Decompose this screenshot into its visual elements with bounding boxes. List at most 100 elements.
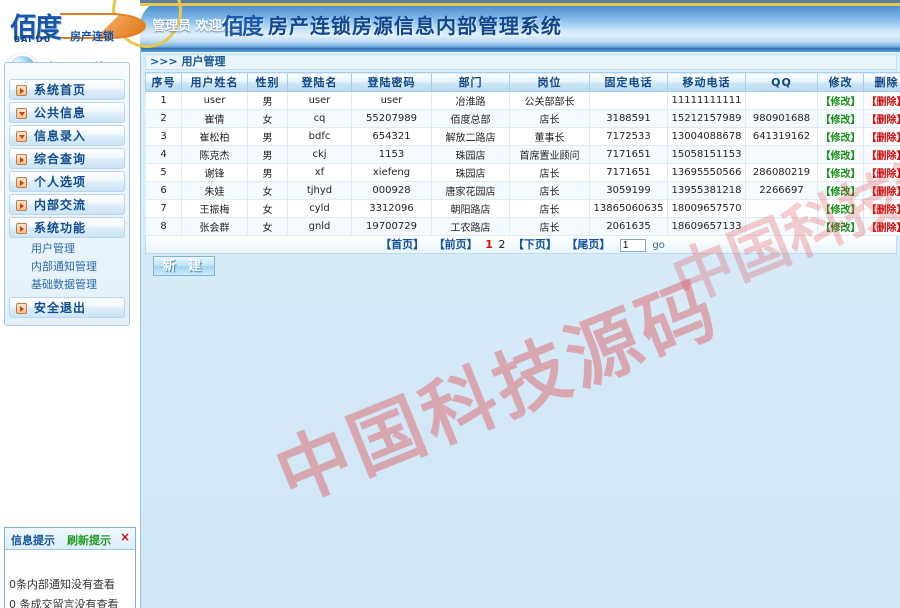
cell-no: 2 (146, 110, 182, 128)
chevron-down-icon (16, 108, 27, 119)
cell-password: 1153 (352, 146, 432, 164)
sidebar-item-query[interactable]: 综合查询 (9, 148, 125, 169)
cell-delete[interactable]: 【删除】 (864, 200, 900, 218)
cell-post: 店长 (510, 164, 590, 182)
table-row: 7王振梅女cyld3312096朝阳路店店长138650606351800965… (146, 200, 900, 218)
cell-delete[interactable]: 【删除】 (864, 164, 900, 182)
cell-edit[interactable]: 【修改】 (818, 110, 864, 128)
col-gender[interactable]: 性别 (248, 73, 288, 92)
cell-qq (746, 218, 818, 236)
users-table: 序号 用户姓名 性别 登陆名 登陆密码 部门 岗位 固定电话 移动电话 QQ 修… (145, 72, 900, 236)
cell-delete[interactable]: 【删除】 (864, 128, 900, 146)
col-edit[interactable]: 修改 (818, 73, 864, 92)
cell-name: 张会群 (182, 218, 248, 236)
cell-no: 6 (146, 182, 182, 200)
cell-password: 000928 (352, 182, 432, 200)
cell-no: 5 (146, 164, 182, 182)
sidebar-item-logout[interactable]: 安全退出 (9, 297, 125, 318)
close-icon[interactable]: × (120, 531, 130, 543)
cell-dept: 解放二路店 (432, 128, 510, 146)
pager-next[interactable]: 【下页】 (513, 238, 557, 251)
sidebar-item-internal-comm[interactable]: 内部交流 (9, 194, 125, 215)
go-button[interactable]: go (652, 240, 664, 251)
table-row: 4陈克杰男ckj1153珠园店首席置业顾问717165115058151153【… (146, 146, 900, 164)
delete-link[interactable]: 【删除】 (867, 151, 900, 162)
cell-login: bdfc (288, 128, 352, 146)
col-dept[interactable]: 部门 (432, 73, 510, 92)
delete-link[interactable]: 【删除】 (867, 97, 900, 108)
sidebar-subitem-user-management[interactable]: 用户管理 (9, 240, 125, 258)
watermark: 中国科技源码 (258, 249, 732, 524)
table-row: 3崔松柏男bdfc654321解放二路店董事长71725331300408867… (146, 128, 900, 146)
cell-dept: 佰度总部 (432, 110, 510, 128)
cell-dept: 工农路店 (432, 218, 510, 236)
cell-edit[interactable]: 【修改】 (818, 182, 864, 200)
new-button[interactable]: 新 建 (153, 256, 215, 276)
pager-prev[interactable]: 【前页】 (434, 238, 478, 251)
pagination: 【首页】 【前页】 1 2 【下页】 【尾页】 go (145, 236, 897, 254)
edit-link[interactable]: 【修改】 (821, 115, 861, 126)
tab-refresh-prompt[interactable]: 刷新提示 (67, 532, 111, 548)
edit-link[interactable]: 【修改】 (821, 223, 861, 234)
sidebar-subitem-basic-data-management[interactable]: 基础数据管理 (9, 276, 125, 294)
cell-delete[interactable]: 【删除】 (864, 218, 900, 236)
edit-link[interactable]: 【修改】 (821, 205, 861, 216)
cell-gender: 男 (248, 128, 288, 146)
main-content: >>> 用户管理 序号 用户姓名 性别 登陆名 登陆密码 部门 (140, 48, 900, 608)
cell-gender: 女 (248, 200, 288, 218)
cell-mobile: 11111111111 (668, 92, 746, 110)
page-number-input[interactable] (620, 239, 646, 252)
edit-link[interactable]: 【修改】 (821, 151, 861, 162)
tab-info-prompt[interactable]: 信息提示 (11, 532, 55, 548)
delete-link[interactable]: 【删除】 (867, 223, 900, 234)
delete-link[interactable]: 【删除】 (867, 133, 900, 144)
edit-link[interactable]: 【修改】 (821, 169, 861, 180)
pager-last[interactable]: 【尾页】 (566, 238, 610, 251)
col-mobile[interactable]: 移动电话 (668, 73, 746, 92)
sidebar-item-home[interactable]: 系统首页 (9, 79, 125, 100)
cell-delete[interactable]: 【删除】 (864, 146, 900, 164)
cell-qq: 980901688 (746, 110, 818, 128)
col-qq[interactable]: QQ (746, 73, 818, 92)
col-login[interactable]: 登陆名 (288, 73, 352, 92)
cell-delete[interactable]: 【删除】 (864, 92, 900, 110)
edit-link[interactable]: 【修改】 (821, 133, 861, 144)
cell-edit[interactable]: 【修改】 (818, 164, 864, 182)
delete-link[interactable]: 【删除】 (867, 169, 900, 180)
sidebar-subitem-notice-management[interactable]: 内部通知管理 (9, 258, 125, 276)
cell-post: 首席置业顾问 (510, 146, 590, 164)
col-name[interactable]: 用户姓名 (182, 73, 248, 92)
cell-edit[interactable]: 【修改】 (818, 218, 864, 236)
col-password[interactable]: 登陆密码 (352, 73, 432, 92)
cell-password: 654321 (352, 128, 432, 146)
delete-link[interactable]: 【删除】 (867, 115, 900, 126)
cell-password: 55207989 (352, 110, 432, 128)
col-post[interactable]: 岗位 (510, 73, 590, 92)
col-tel[interactable]: 固定电话 (590, 73, 668, 92)
cell-edit[interactable]: 【修改】 (818, 200, 864, 218)
page-header: 佰度 BAI DU 房产连锁 管理员 欢迎您! 佰度 房产连锁房源信息内部管理系… (0, 0, 900, 48)
cell-no: 3 (146, 128, 182, 146)
delete-link[interactable]: 【删除】 (867, 187, 900, 198)
col-delete[interactable]: 删除 (864, 73, 900, 92)
edit-link[interactable]: 【修改】 (821, 97, 861, 108)
sidebar-item-public-info[interactable]: 公共信息 (9, 102, 125, 123)
cell-edit[interactable]: 【修改】 (818, 92, 864, 110)
cell-edit[interactable]: 【修改】 (818, 146, 864, 164)
cell-delete[interactable]: 【删除】 (864, 182, 900, 200)
pager-page-2[interactable]: 2 (498, 238, 505, 251)
sidebar-item-data-entry[interactable]: 信息录入 (9, 125, 125, 146)
cell-password: 19700729 (352, 218, 432, 236)
cell-delete[interactable]: 【删除】 (864, 110, 900, 128)
sidebar-item-system-functions[interactable]: 系统功能 (9, 217, 125, 238)
cell-no: 4 (146, 146, 182, 164)
cell-edit[interactable]: 【修改】 (818, 128, 864, 146)
sidebar-item-label: 公共信息 (34, 106, 86, 120)
edit-link[interactable]: 【修改】 (821, 187, 861, 198)
cell-login: xf (288, 164, 352, 182)
pager-first[interactable]: 【首页】 (380, 238, 424, 251)
sidebar-item-personal-options[interactable]: 个人选项 (9, 171, 125, 192)
cell-mobile: 18609657133 (668, 218, 746, 236)
delete-link[interactable]: 【删除】 (867, 205, 900, 216)
col-no[interactable]: 序号 (146, 73, 182, 92)
